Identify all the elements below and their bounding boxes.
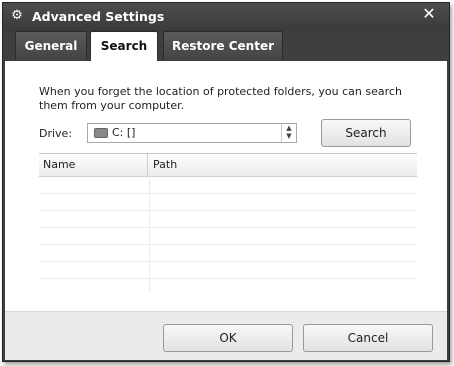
drive-spinner[interactable]: ▲ ▼ <box>281 124 296 142</box>
cancel-button[interactable]: Cancel <box>303 324 433 352</box>
table-row <box>39 177 417 194</box>
search-panel: When you forget the location of protecte… <box>5 61 447 311</box>
ok-button[interactable]: OK <box>163 324 293 352</box>
table-row <box>39 211 417 228</box>
chevron-down-icon: ▼ <box>286 132 292 140</box>
table-row <box>39 228 417 245</box>
drive-select[interactable]: C: [] ▲ ▼ <box>87 123 297 143</box>
drive-icon <box>94 128 108 138</box>
tab-bar: General Search Restore Center <box>3 31 449 62</box>
column-header-name[interactable]: Name <box>39 154 148 176</box>
tab-search[interactable]: Search <box>90 31 158 62</box>
tab-general[interactable]: General <box>15 31 87 60</box>
title-bar: ⚙ Advanced Settings ✕ <box>3 3 449 31</box>
drive-label: Drive: <box>39 127 73 140</box>
close-button[interactable]: ✕ <box>415 4 443 26</box>
advanced-settings-window: ⚙ Advanced Settings ✕ General Search Res… <box>2 2 450 362</box>
chevron-up-icon: ▲ <box>286 124 292 132</box>
table-row <box>39 262 417 279</box>
table-header: Name Path <box>39 154 417 177</box>
window-title: Advanced Settings <box>32 9 165 24</box>
description-text: When you forget the location of protecte… <box>39 85 402 112</box>
table-row <box>39 194 417 211</box>
search-button[interactable]: Search <box>321 119 411 147</box>
gear-icon: ⚙ <box>11 8 23 23</box>
dialog-footer: OK Cancel <box>5 311 447 360</box>
table-row <box>39 245 417 262</box>
drive-value: C: [] <box>112 126 136 139</box>
tab-restore-center[interactable]: Restore Center <box>163 31 283 60</box>
close-icon: ✕ <box>422 4 436 23</box>
results-table: Name Path <box>39 153 417 292</box>
column-header-path[interactable]: Path <box>149 154 417 176</box>
